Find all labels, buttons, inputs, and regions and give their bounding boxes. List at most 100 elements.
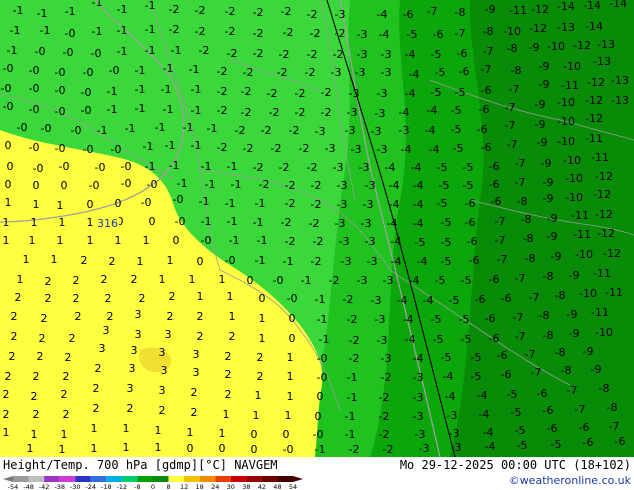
temperature-value: -3 — [413, 391, 424, 404]
map-title: Height/Temp. 700 hPa [gdmp][°C] NAVGEM — [3, 458, 278, 472]
temperature-value: -2 — [311, 198, 322, 211]
temperature-value: 1 — [287, 351, 294, 364]
colorbar-tick: -38 — [54, 483, 65, 490]
temperature-value: -3 — [337, 198, 348, 211]
temperature-value: -1 — [257, 234, 268, 247]
temperature-value: -3 — [365, 179, 376, 192]
temperature-value: -1 — [92, 25, 103, 38]
temperature-value: 1 — [259, 332, 266, 345]
temperature-value: -9 — [569, 327, 580, 340]
temperature-value: 0 — [115, 197, 122, 210]
temperature-value: 0 — [251, 443, 258, 456]
temperature-value: 2 — [127, 402, 134, 415]
temperature-value: -2 — [307, 8, 318, 21]
temperature-value: -2 — [285, 197, 296, 210]
temperature-value: -1 — [225, 197, 236, 210]
temperature-value: -3 — [367, 255, 378, 268]
temperature-value: -1 — [191, 83, 202, 96]
temperature-value: -11 — [561, 79, 579, 92]
temperature-value: 1 — [167, 254, 174, 267]
temperature-value: -4 — [429, 143, 440, 156]
temperature-value: 2 — [229, 330, 236, 343]
temperature-value: -3 — [349, 87, 360, 100]
temperature-value: 3 — [131, 344, 138, 357]
temperature-value: -5 — [453, 142, 464, 155]
temperature-value: -1 — [345, 428, 356, 441]
temperature-value: -1 — [189, 63, 200, 76]
temperature-value: 1 — [23, 253, 30, 266]
temperature-value: 2 — [107, 310, 114, 323]
temperature-value: -11 — [509, 4, 527, 17]
temperature-value: 1 — [259, 312, 266, 325]
temperature-value: 3 — [99, 342, 106, 355]
temperature-value: -7 — [575, 403, 586, 416]
temperature-value: -2 — [349, 443, 360, 456]
temperature-value: -10 — [563, 60, 581, 73]
temperature-value: 2 — [9, 350, 16, 363]
temperature-value: -3 — [347, 106, 358, 119]
temperature-value: -1 — [315, 443, 326, 456]
temperature-value: -3 — [333, 161, 344, 174]
temperature-value: -0 — [121, 160, 132, 173]
temperature-value: 2 — [31, 390, 38, 403]
temperature-value: 1 — [31, 428, 38, 441]
temperature-value: -3 — [331, 66, 342, 79]
temperature-value: -2 — [259, 178, 270, 191]
temperature-value: -1 — [163, 62, 174, 75]
temperature-value: -1 — [13, 4, 24, 17]
temperature-value: -6 — [543, 404, 554, 417]
temperature-value: -2 — [253, 27, 264, 40]
temperature-value: -5 — [461, 333, 472, 346]
temperature-value: -4 — [413, 198, 424, 211]
contour-label-316: 316 — [95, 216, 119, 230]
temperature-value: -4 — [413, 217, 424, 230]
temperature-value: 2 — [139, 292, 146, 305]
temperature-value: -4 — [485, 440, 496, 453]
temperature-value: -0 — [89, 179, 100, 192]
temperature-value: -9 — [547, 212, 558, 225]
temperature-value: -10 — [563, 154, 581, 167]
temperature-value: -0 — [283, 443, 294, 456]
temperature-value: 1 — [27, 442, 34, 455]
temperature-value: -4 — [405, 333, 416, 346]
temperature-value: -1 — [145, 44, 156, 57]
temperature-value: -4 — [397, 294, 408, 307]
temperature-value: 2 — [225, 368, 232, 381]
temperature-value: 2 — [37, 350, 44, 363]
temperature-value: -7 — [515, 330, 526, 343]
temperature-value: -10 — [503, 25, 521, 38]
temperature-value: -0 — [29, 82, 40, 95]
colorbar-tick: 8 — [166, 483, 170, 490]
temperature-value: -2 — [269, 106, 280, 119]
temperature-value: -1 — [155, 121, 166, 134]
temperature-value: -5 — [431, 48, 442, 61]
temperature-value: 0 — [173, 234, 180, 247]
temperature-value: -6 — [433, 28, 444, 41]
temperature-value: -3 — [377, 334, 388, 347]
temperature-value: 1 — [155, 441, 162, 454]
temperature-value: -8 — [543, 329, 554, 342]
temperature-value: -5 — [407, 28, 418, 41]
temperature-value: -13 — [557, 21, 575, 34]
credit-link[interactable]: ©weatheronline.co.uk — [509, 474, 631, 487]
temperature-value: -4 — [405, 48, 416, 61]
temperature-value: -1 — [205, 178, 216, 191]
temperature-value: -2 — [243, 66, 254, 79]
colorbar-swatch — [184, 476, 200, 482]
colorbar-swatch — [28, 476, 45, 482]
temperature-value: -1 — [92, 0, 103, 9]
temperature-value: -5 — [471, 351, 482, 364]
temperature-value: -8 — [599, 382, 610, 395]
temperature-value: -7 — [515, 176, 526, 189]
temperature-value: -2 — [311, 255, 322, 268]
temperature-value: -7 — [531, 366, 542, 379]
temperature-value: -10 — [575, 248, 593, 261]
temperature-value: -3 — [381, 66, 392, 79]
temperature-value: -2 — [347, 313, 358, 326]
temperature-value: -6 — [485, 312, 496, 325]
temperature-value: 0 — [247, 274, 254, 287]
temperature-value: -4 — [377, 8, 388, 21]
temperature-value: -1 — [117, 3, 128, 16]
temperature-value: -3 — [449, 427, 460, 440]
temperature-value: 3 — [103, 324, 110, 337]
